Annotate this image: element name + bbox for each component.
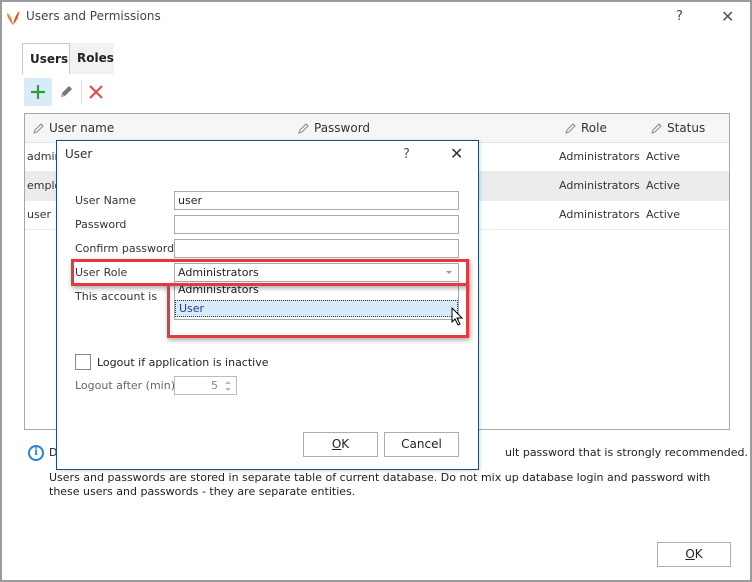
ok-label: K [694, 547, 703, 561]
spin-up-icon[interactable] [225, 381, 231, 384]
x-icon [89, 85, 103, 99]
cell-status: Active [646, 150, 681, 163]
user-name-label: User Name [75, 194, 137, 207]
title-bar: Users and Permissions ? ✕ [2, 2, 750, 34]
logout-inactive-checkbox[interactable] [75, 354, 91, 370]
info-text-end: ult password that is strongly recommende… [505, 446, 748, 459]
window-title: Users and Permissions [26, 9, 161, 23]
pencil-icon [651, 123, 662, 134]
cell-role: Administrators [559, 208, 640, 221]
pencil-icon [61, 86, 72, 97]
password-label: Password [75, 218, 127, 231]
column-label: Role [581, 121, 607, 135]
info-text-line2: Users and passwords are stored in separa… [49, 471, 711, 498]
tab-users[interactable]: Users [22, 43, 70, 74]
tab-roles[interactable]: Roles [70, 43, 114, 74]
user-dialog: User ? ✕ User Name Password Confirm pass… [56, 140, 479, 470]
logout-inactive-label: Logout if application is inactive [97, 356, 269, 369]
ok-label: K [341, 437, 350, 451]
logout-after-label: Logout after (min) [75, 379, 176, 392]
edit-user-button[interactable] [52, 78, 80, 106]
app-logo-icon [7, 11, 19, 25]
chevron-down-icon [446, 271, 452, 274]
cell-status: Active [646, 208, 681, 221]
cell-role: Administrators [559, 150, 640, 163]
user-role-dropdown: Administrators User [174, 282, 459, 320]
dialog-ok-button[interactable]: OK [303, 432, 378, 457]
column-label: Status [667, 121, 706, 135]
column-header-role[interactable]: Role [565, 121, 607, 135]
column-label: User name [49, 121, 115, 135]
ok-mnemonic: O [331, 437, 342, 451]
info-icon: i [28, 445, 44, 461]
cell-status: Active [646, 179, 681, 192]
dialog-close-button[interactable]: ✕ [450, 144, 463, 163]
dropdown-option-user[interactable]: User [175, 300, 458, 317]
delete-user-button[interactable] [82, 78, 110, 106]
spin-down-icon[interactable] [225, 388, 231, 391]
add-user-button[interactable] [24, 78, 52, 106]
pencil-icon [33, 123, 44, 134]
help-button[interactable]: ? [676, 9, 683, 24]
confirm-password-field[interactable] [174, 239, 459, 258]
grid-header: User name Password Role Status [25, 114, 729, 143]
logout-after-stepper[interactable]: 5 [174, 376, 237, 395]
column-header-status[interactable]: Status [651, 121, 705, 135]
confirm-password-label: Confirm password [75, 242, 175, 255]
user-role-select[interactable]: Administrators [174, 263, 459, 282]
column-header-password[interactable]: Password [298, 121, 370, 135]
dialog-title: User [65, 147, 93, 161]
account-status-label: This account is [75, 290, 158, 303]
user-role-value: Administrators [178, 266, 259, 279]
pencil-icon [565, 123, 576, 134]
close-button[interactable]: ✕ [721, 7, 734, 26]
password-field[interactable] [174, 215, 459, 234]
main-ok-button[interactable]: OK [657, 542, 731, 567]
pencil-icon [298, 123, 309, 134]
logout-after-value: 5 [211, 379, 218, 392]
ok-mnemonic: O [685, 547, 695, 561]
dialog-help-button[interactable]: ? [403, 147, 410, 162]
plus-icon [31, 85, 45, 99]
column-label: Password [314, 121, 371, 135]
dialog-cancel-button[interactable]: Cancel [384, 432, 459, 457]
cell-role: Administrators [559, 179, 640, 192]
mouse-cursor-icon [451, 307, 464, 326]
dropdown-option-administrators[interactable]: Administrators [175, 282, 458, 299]
column-header-user-name[interactable]: User name [33, 121, 114, 135]
user-role-label: User Role [75, 266, 128, 279]
user-name-field[interactable] [174, 191, 459, 210]
